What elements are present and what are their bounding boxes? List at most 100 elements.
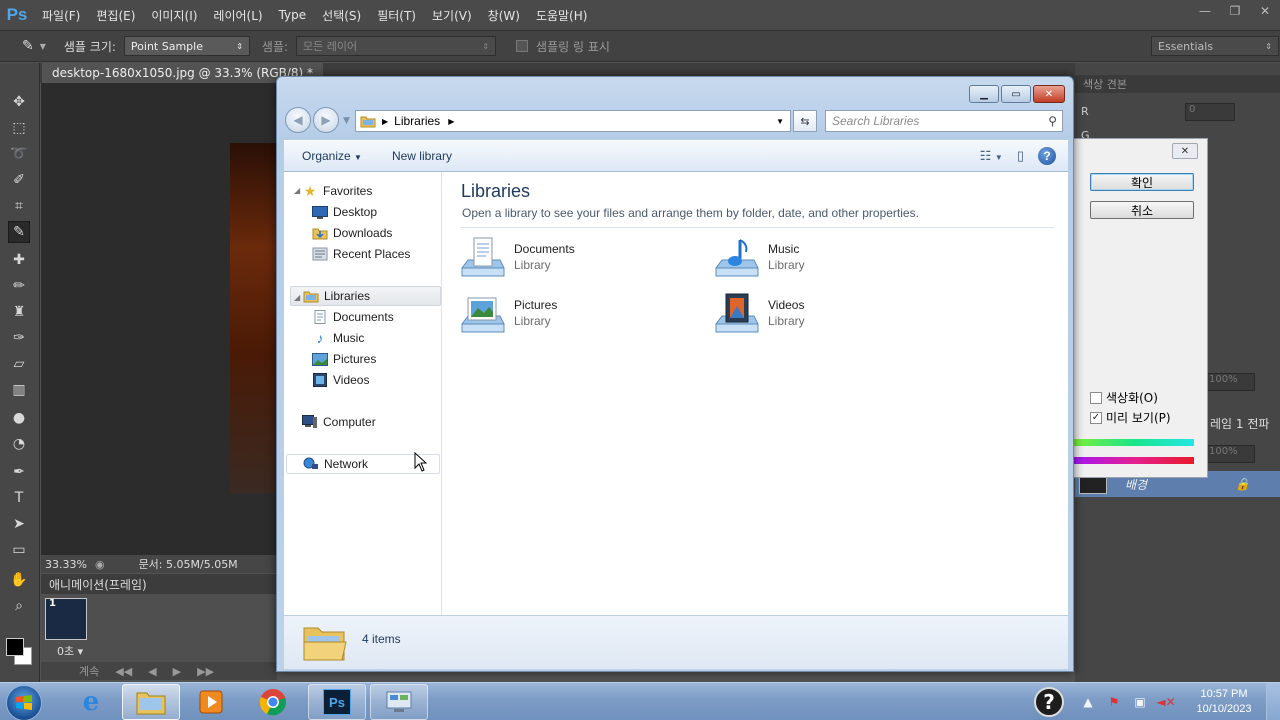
opacity-field[interactable]: 100% — [1205, 373, 1255, 391]
preview-checkbox[interactable]: ✓ 미리 보기(P) — [1090, 409, 1171, 426]
library-item-music[interactable]: Music Library — [714, 234, 934, 282]
hand-tool-icon[interactable]: ✋ — [8, 569, 30, 591]
library-item-pictures[interactable]: Pictures Library — [460, 290, 680, 338]
nav-videos[interactable]: Videos — [312, 370, 369, 390]
close-icon[interactable]: ✕ — [1172, 143, 1198, 159]
internet-explorer-icon[interactable]: e — [62, 684, 120, 720]
ok-button[interactable]: 확인 — [1090, 173, 1194, 191]
first-frame-icon[interactable]: ◀◀ — [115, 665, 132, 678]
swatches-tab[interactable]: 색상 견본 — [1075, 75, 1280, 93]
zoom-tool-icon[interactable]: ⌕ — [8, 595, 30, 617]
maximize-icon[interactable]: ▭ — [1001, 85, 1031, 103]
status-menu-icon[interactable]: ◉ — [95, 558, 105, 571]
sample-size-select[interactable]: Point Sample ⇕ — [123, 36, 250, 56]
menu-edit[interactable]: 편집(E) — [88, 7, 143, 24]
healing-tool-icon[interactable]: ✚ — [8, 249, 30, 271]
nav-libraries[interactable]: Libraries — [290, 286, 441, 306]
eyedropper-tool-icon[interactable]: ✎ — [8, 221, 30, 243]
back-arrow-icon[interactable]: ◀ — [285, 107, 311, 133]
new-library-button[interactable]: New library — [392, 149, 452, 163]
next-frame-icon[interactable]: ▶▶ — [197, 665, 214, 678]
shape-tool-icon[interactable]: ▭ — [8, 539, 30, 561]
minimize-icon[interactable]: — — [1190, 0, 1220, 22]
breadcrumb-libraries[interactable]: Libraries — [394, 114, 440, 128]
search-icon[interactable]: ⚲ — [1048, 114, 1057, 128]
workspace-select[interactable]: Essentials ⇕ — [1151, 36, 1279, 56]
recent-pages-icon[interactable]: ▼ — [343, 116, 350, 133]
library-item-videos[interactable]: Videos Library — [714, 290, 934, 338]
search-input[interactable]: Search Libraries ⚲ — [825, 110, 1063, 132]
control-panel-icon[interactable] — [370, 684, 428, 720]
nav-downloads[interactable]: Downloads — [312, 223, 392, 243]
address-bar[interactable]: ▶ Libraries ▶ ▼ — [355, 110, 791, 132]
show-hidden-icons-icon[interactable]: ▲ — [1078, 695, 1098, 709]
expand-arrow-icon[interactable]: ◢ — [294, 186, 300, 195]
cancel-button[interactable]: 취소 — [1090, 201, 1194, 219]
nav-recent-places[interactable]: Recent Places — [312, 244, 410, 264]
library-item-documents[interactable]: Documents Library — [460, 234, 680, 282]
menu-filter[interactable]: 필터(T) — [369, 7, 424, 24]
volume-muted-icon[interactable]: ◄✕ — [1156, 695, 1176, 709]
frame-delay[interactable]: 0초 ▾ — [57, 643, 83, 659]
forward-arrow-icon[interactable]: ▶ — [313, 107, 339, 133]
nav-computer[interactable]: Computer — [302, 412, 376, 432]
menu-view[interactable]: 보기(V) — [424, 7, 480, 24]
play-icon[interactable]: ▶ — [173, 665, 181, 678]
help-icon[interactable]: ? — [1038, 147, 1056, 165]
r-channel-value[interactable]: 0 — [1185, 103, 1235, 121]
media-player-icon[interactable] — [182, 684, 240, 720]
help-icon[interactable]: ? — [1034, 687, 1064, 717]
menu-window[interactable]: 창(W) — [480, 7, 528, 24]
start-button[interactable] — [6, 685, 42, 720]
minimize-icon[interactable]: ▁ — [969, 85, 999, 103]
gradient-tool-icon[interactable]: ▥ — [8, 379, 30, 401]
foreground-color-swatch[interactable] — [6, 638, 24, 656]
brush-tool-icon[interactable]: ✏ — [8, 275, 30, 297]
nav-music[interactable]: ♪ Music — [312, 328, 365, 348]
nav-pictures[interactable]: Pictures — [312, 349, 376, 369]
preview-pane-icon[interactable]: ▯ — [1017, 148, 1024, 164]
clock[interactable]: 10:57 PM 10/10/2023 — [1182, 687, 1266, 717]
eyedropper-icon[interactable]: ✎ — [22, 38, 34, 54]
network-status-icon[interactable]: ▣ — [1130, 695, 1150, 709]
menu-help[interactable]: 도움말(H) — [528, 7, 596, 24]
zoom-level[interactable]: 33.33% — [45, 558, 87, 571]
canvas-area[interactable] — [41, 83, 277, 555]
restore-icon[interactable]: ❐ — [1220, 0, 1250, 22]
close-icon[interactable]: ✕ — [1250, 0, 1280, 22]
colorize-checkbox[interactable]: 색상화(O) — [1090, 389, 1158, 406]
pen-tool-icon[interactable]: ✒ — [8, 461, 30, 483]
change-view-icon[interactable]: ☷ ▼ — [980, 148, 1003, 164]
windows-explorer-icon[interactable] — [122, 684, 180, 720]
chrome-icon[interactable] — [244, 684, 302, 720]
eraser-tool-icon[interactable]: ▱ — [8, 353, 30, 375]
stamp-tool-icon[interactable]: ♜ — [8, 301, 30, 323]
menu-file[interactable]: 파일(F) — [34, 7, 88, 24]
move-tool-icon[interactable]: ✥ — [8, 91, 30, 113]
lasso-tool-icon[interactable]: ➰ — [8, 143, 30, 165]
prev-frame-icon[interactable]: ◀ — [148, 665, 156, 678]
path-select-tool-icon[interactable]: ➤ — [8, 513, 30, 535]
nav-documents[interactable]: Documents — [312, 307, 394, 327]
marquee-tool-icon[interactable]: ⬚ — [8, 117, 30, 139]
dodge-tool-icon[interactable]: ◔ — [8, 433, 30, 455]
action-center-icon[interactable]: ⚑ — [1104, 695, 1124, 709]
loop-select[interactable]: 계속 — [79, 663, 99, 679]
tool-preset-dropdown-icon[interactable]: ▼ — [40, 42, 46, 51]
menu-layer[interactable]: 레이어(L) — [205, 7, 270, 24]
fill-field[interactable]: 100% — [1205, 445, 1255, 463]
menu-image[interactable]: 이미지(I) — [143, 7, 205, 24]
history-brush-tool-icon[interactable]: ✑ — [8, 327, 30, 349]
crop-tool-icon[interactable]: ⌗ — [8, 195, 30, 217]
address-dropdown-icon[interactable]: ▼ — [776, 117, 784, 126]
photoshop-icon[interactable]: Ps — [308, 684, 366, 720]
refresh-icon[interactable]: ⇆ — [793, 110, 817, 132]
type-tool-icon[interactable]: T — [8, 487, 30, 509]
blur-tool-icon[interactable]: ● — [8, 407, 30, 429]
menu-type[interactable]: Type — [271, 8, 315, 22]
nav-favorites[interactable]: ★ Favorites — [302, 181, 373, 201]
animation-panel-header[interactable]: 애니메이션(프레임) — [41, 574, 277, 594]
expand-arrow-icon[interactable]: ◢ — [294, 293, 300, 302]
breadcrumb-arrow-icon[interactable]: ▶ — [448, 117, 454, 126]
close-icon[interactable]: ✕ — [1033, 85, 1065, 103]
